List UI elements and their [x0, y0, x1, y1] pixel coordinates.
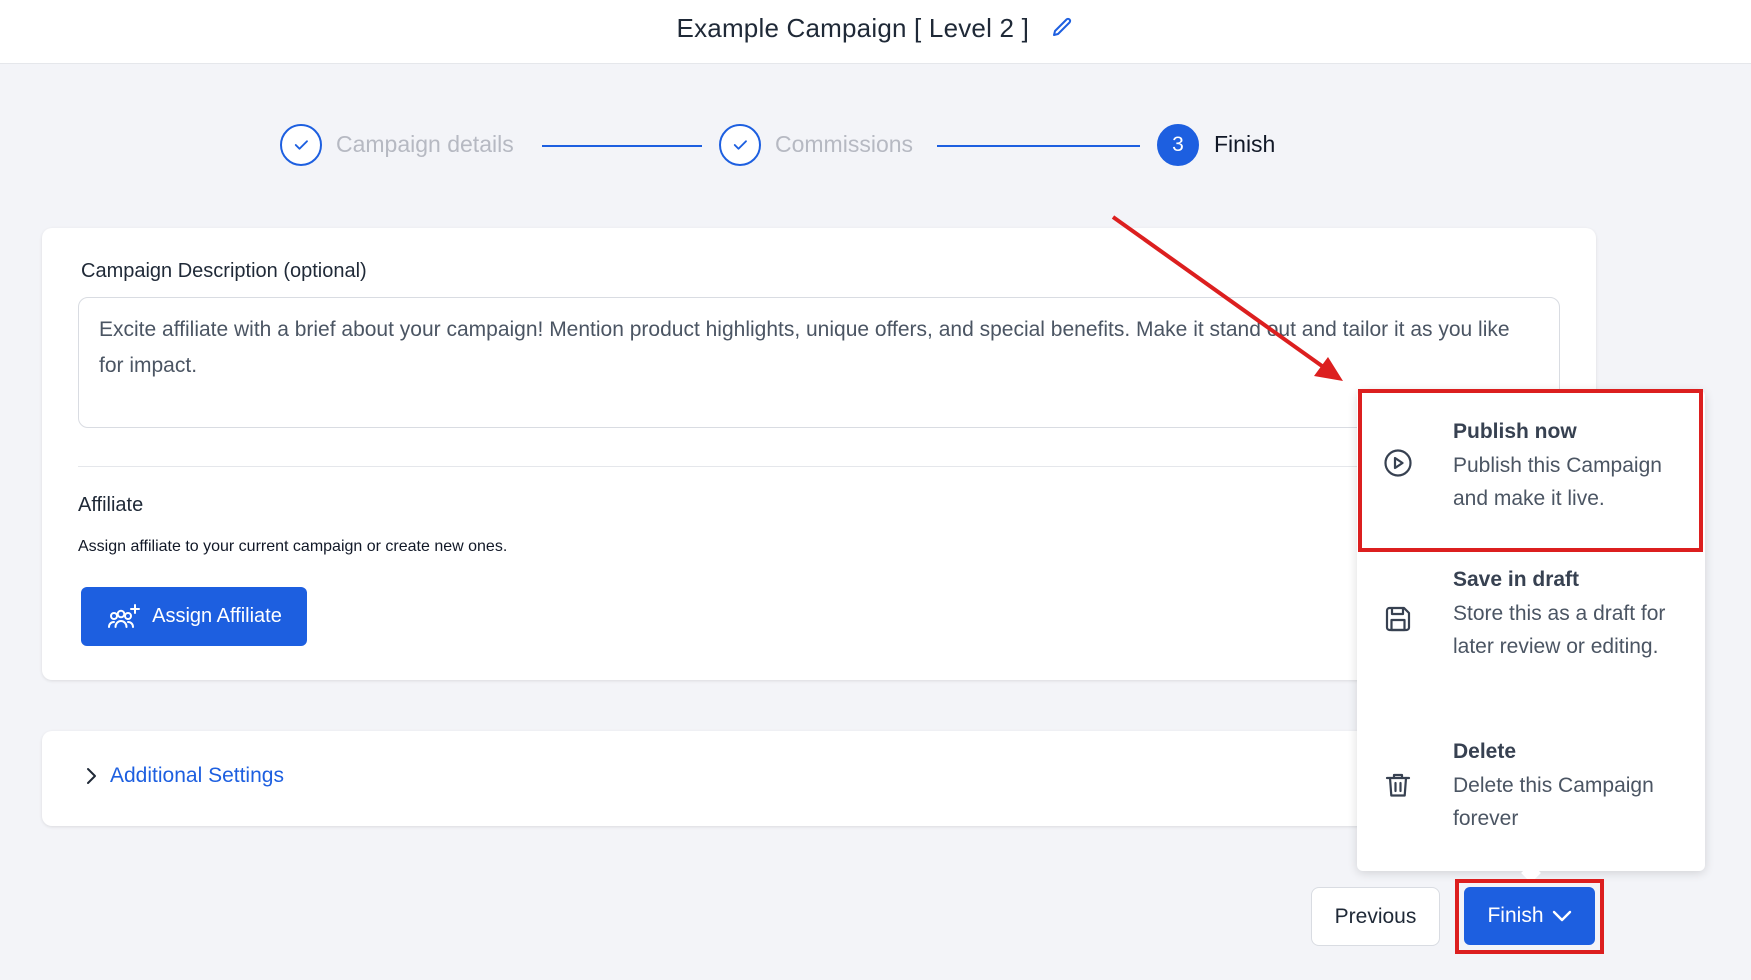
step-connector [937, 145, 1140, 147]
menu-item-publish-now[interactable]: Publish now Publish this Campaign and ma… [1357, 390, 1705, 550]
divider [78, 466, 1560, 467]
menu-item-title: Delete [1453, 740, 1517, 763]
step-campaign-details-label[interactable]: Campaign details [336, 131, 514, 158]
play-circle-icon [1384, 449, 1412, 477]
step-finish-label: Finish [1214, 131, 1276, 157]
additional-settings-label: Additional Settings [110, 764, 284, 787]
save-icon [1385, 606, 1411, 632]
step-campaign-details-check-icon[interactable] [280, 124, 322, 166]
step-commissions-check-icon[interactable] [719, 124, 761, 166]
top-bar: Example Campaign [ Level 2 ] [0, 0, 1751, 64]
finish-options-menu: Publish now Publish this Campaign and ma… [1357, 390, 1705, 871]
assign-affiliate-button[interactable]: Assign Affiliate [81, 587, 307, 646]
chevron-right-icon [87, 768, 96, 784]
step-connector [542, 145, 702, 147]
page-title-container: Example Campaign [ Level 2 ] [0, 11, 1751, 44]
menu-item-title: Publish now [1453, 420, 1577, 443]
step-commissions-label[interactable]: Commissions [775, 131, 913, 158]
campaign-description-textarea[interactable]: Excite affiliate with a brief about your… [78, 297, 1560, 428]
menu-item-description: Publish this Campaign and make it live. [1453, 454, 1662, 510]
affiliate-section-description: Assign affiliate to your current campaig… [78, 538, 508, 555]
page-title: Example Campaign [ Level 2 ] [676, 12, 1029, 43]
add-users-icon [108, 603, 141, 628]
assign-affiliate-label: Assign Affiliate [152, 605, 282, 627]
step-finish-number: 3 [1157, 124, 1199, 166]
menu-item-delete[interactable]: Delete Delete this Campaign forever [1357, 720, 1705, 871]
finish-dropdown-button[interactable]: Finish [1464, 887, 1595, 945]
affiliate-section-title: Affiliate [78, 494, 144, 516]
previous-button[interactable]: Previous [1311, 887, 1440, 946]
menu-item-title: Save in draft [1453, 568, 1580, 591]
description-label: Campaign Description (optional) [81, 260, 367, 282]
trash-icon [1385, 773, 1411, 797]
additional-settings-toggle[interactable]: Additional Settings [84, 764, 284, 788]
menu-item-description: Store this as a draft for later review o… [1453, 602, 1666, 658]
menu-item-save-in-draft[interactable]: Save in draft Store this as a draft for … [1357, 550, 1705, 720]
edit-pencil-icon[interactable] [1050, 16, 1074, 40]
finish-button-label: Finish [1487, 904, 1544, 927]
chevron-down-icon [1552, 910, 1571, 922]
menu-item-description: Delete this Campaign forever [1453, 774, 1654, 830]
